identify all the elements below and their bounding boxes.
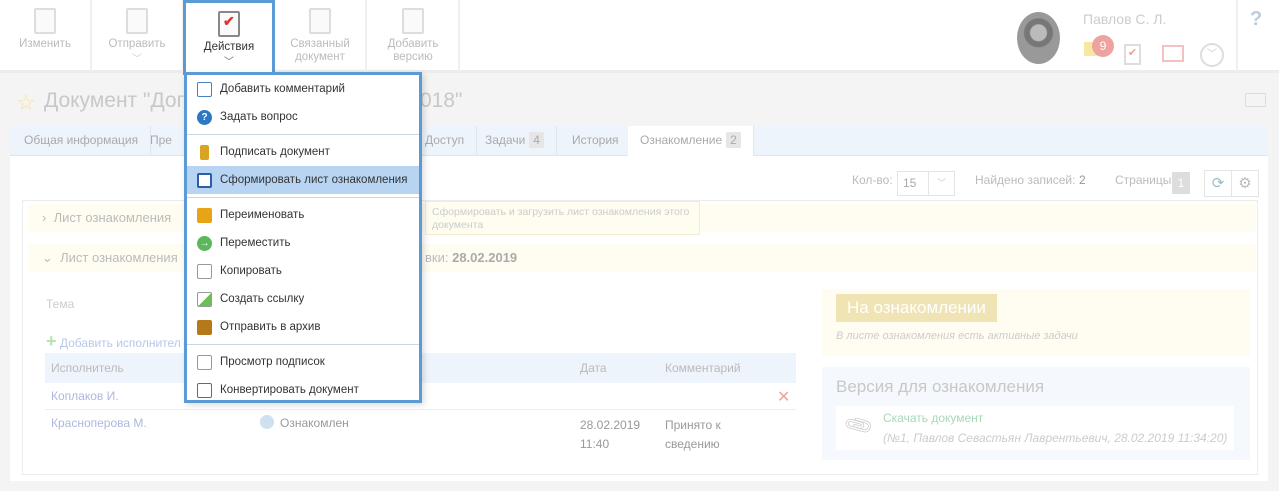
executor-link[interactable]: Коплаков И.: [51, 389, 119, 403]
chevron-down-icon: ⌄: [42, 250, 61, 265]
menu-item-view-subscriptions[interactable]: Просмотр подписок: [187, 348, 419, 376]
toolbar: Изменить Отправить ﹀ ✔ Действия ﹀ Связанный…: [0, 0, 1279, 75]
key-icon: [200, 145, 209, 160]
actions-dropdown: Добавить комментарий ? Задать вопрос Подп…: [184, 72, 422, 403]
add-version-icon: [402, 8, 424, 34]
menu-item-convert-document[interactable]: Конвертировать документ: [187, 376, 419, 404]
refresh-icon[interactable]: ⟳: [1204, 170, 1232, 197]
arrow-right-circle-icon: →: [197, 236, 212, 251]
status-note: В листе ознакомления есть активные задач…: [836, 330, 1078, 342]
star-icon[interactable]: ☆: [16, 90, 36, 116]
page-title-end: 018": [420, 89, 463, 112]
page-button[interactable]: 1: [1172, 172, 1190, 194]
copy-icon: [197, 264, 212, 279]
status-badge: На ознакомлении: [836, 294, 997, 322]
page-size-select[interactable]: 15 ﹀: [897, 171, 955, 196]
chevron-down-icon: ﹀: [224, 57, 234, 68]
download-link[interactable]: Скачать документ: [883, 411, 983, 425]
mail-count-badge: 9: [1092, 35, 1114, 57]
found-label: Найдено записей:: [975, 173, 1076, 187]
envelope-icon[interactable]: [1245, 93, 1266, 107]
date-value: 28.02.2019: [452, 250, 518, 265]
menu-separator: [187, 197, 419, 198]
menu-item-create-link[interactable]: Создать ссылку: [187, 285, 419, 313]
actions-button[interactable]: ✔ Действия ﹀: [183, 0, 275, 75]
tab-acquaintance[interactable]: Ознакомление 2: [628, 126, 754, 156]
tasks-icon[interactable]: ✔: [1124, 44, 1141, 65]
date-label: вки:: [425, 250, 449, 265]
help-icon[interactable]: ?: [1250, 8, 1262, 31]
version-title: Версия для ознакомления: [836, 377, 1045, 396]
table-row: Красноперова М. Ознакомлен 28.02.2019 11:…: [51, 415, 721, 451]
tab-tasks[interactable]: Задачи 4: [473, 126, 557, 156]
version-meta: (№1, Павлов Севастьян Лаврентьевич, 28.0…: [883, 431, 1228, 445]
menu-item-move[interactable]: → Переместить: [187, 229, 419, 257]
edit-icon: [34, 8, 56, 34]
user-name[interactable]: Павлов С. Л.: [1083, 11, 1166, 27]
add-version-button[interactable]: Добавить версию: [368, 0, 460, 72]
send-button[interactable]: Отправить ﹀: [92, 0, 184, 72]
link-doc-icon: [197, 292, 212, 307]
found-value: 2: [1079, 173, 1086, 187]
rename-icon: [197, 208, 212, 223]
count-label: Кол-во:: [852, 173, 893, 187]
menu-item-rename[interactable]: Переименовать: [187, 201, 419, 229]
tab-general[interactable]: Общая информация: [12, 126, 152, 156]
menu-item-add-comment[interactable]: Добавить комментарий: [187, 75, 419, 103]
menu-item-archive[interactable]: Отправить в архив: [187, 313, 419, 341]
menu-item-ask-question[interactable]: ? Задать вопрос: [187, 103, 419, 131]
archive-icon: [197, 320, 212, 335]
chevron-right-icon: ›: [42, 210, 54, 225]
tooltip: Сформировать и загрузить лист ознакомлен…: [425, 201, 700, 235]
add-executor-link[interactable]: + Добавить исполнител: [46, 331, 181, 352]
chevron-down-circle-icon[interactable]: ﹀: [1200, 43, 1224, 67]
tab-access[interactable]: Доступ: [413, 126, 478, 156]
related-document-button[interactable]: Связанный документ: [275, 0, 367, 72]
calendar-icon[interactable]: [1162, 45, 1184, 62]
edit-button[interactable]: Изменить: [0, 0, 92, 72]
menu-item-sign-document[interactable]: Подписать документ: [187, 138, 419, 166]
divider: [1236, 0, 1238, 72]
word-doc-icon: [197, 173, 212, 188]
menu-item-generate-acquaintance-sheet[interactable]: Сформировать лист ознакомления: [187, 166, 419, 194]
comment-icon: [197, 82, 212, 97]
menu-separator: [187, 134, 419, 135]
tab-history[interactable]: История: [560, 126, 632, 156]
gear-icon[interactable]: ⚙: [1231, 170, 1259, 197]
executor-link[interactable]: Красноперова М.: [51, 416, 147, 430]
chevron-down-icon: ﹀: [132, 54, 142, 65]
clipboard-check-icon: ✔: [218, 11, 240, 37]
menu-separator: [187, 344, 419, 345]
avatar[interactable]: [1017, 12, 1060, 64]
subscriptions-icon: [197, 355, 212, 370]
eye-icon: [260, 415, 274, 429]
send-icon: [126, 8, 148, 34]
page-title: Документ "Дог: [44, 89, 185, 112]
question-icon: ?: [197, 110, 212, 125]
convert-icon: [197, 383, 212, 398]
tab-preview[interactable]: Пре: [138, 126, 185, 156]
menu-item-copy[interactable]: Копировать: [187, 257, 419, 285]
delete-icon[interactable]: ✕: [777, 387, 790, 407]
pages-label: Страницы:: [1115, 173, 1175, 187]
related-doc-icon: [309, 8, 331, 34]
topic-label: Тема: [46, 297, 75, 311]
